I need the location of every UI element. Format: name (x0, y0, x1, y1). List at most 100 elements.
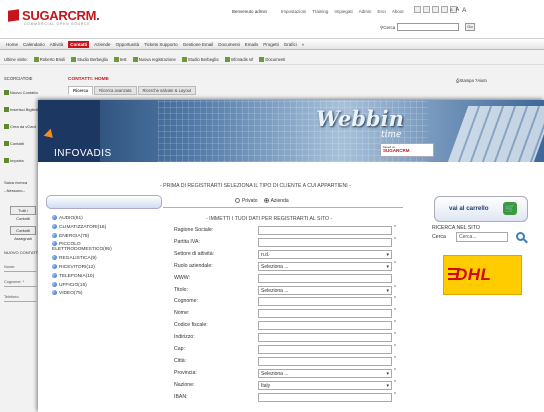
input-cognome[interactable] (258, 297, 392, 307)
sidebar-item-label: Crea da vCard (10, 124, 37, 129)
quick-create-field[interactable]: Cognome: * (4, 280, 36, 287)
category-item[interactable]: PICCOLO ELETTRODOMESTICO(95) (52, 241, 130, 253)
sidebar-item-importa[interactable]: Importa (4, 158, 24, 163)
select-ruolo-aziendale[interactable]: Seleziona ... ▾ (258, 261, 392, 271)
sugar-tagline: COMMERCIAL OPEN SOURCE (24, 22, 91, 26)
tab-ricerche-salvate-layout[interactable]: Ricerche salvate & Layout (137, 86, 197, 95)
recent-item[interactable]: Studio Berbeglia (181, 57, 219, 62)
select-titolo[interactable]: Seleziona ... ▾ (258, 285, 392, 295)
font-size-button[interactable]: A (456, 7, 459, 14)
theme-swatch[interactable] (441, 6, 448, 13)
tab-ricerca-avanzata[interactable]: Ricerca avanzata (94, 86, 137, 95)
header-link-about[interactable]: About (392, 9, 404, 14)
cart-button[interactable]: vai al carrello 🛒 (434, 196, 528, 222)
site-search-input[interactable]: Cerca... (456, 232, 508, 242)
nav-tab-calendario[interactable]: Calendario (23, 42, 45, 47)
required-marker: * (394, 308, 396, 315)
recent-item[interactable]: Documenti (259, 57, 285, 62)
font-size-button[interactable]: A (462, 7, 466, 14)
nav-tab-progetti[interactable]: Progetti (263, 42, 279, 47)
font-size-button[interactable]: A (450, 7, 453, 14)
search-label: Cerca (383, 25, 396, 30)
category-label: ENERGIA(78) (59, 233, 90, 239)
recent-item[interactable]: test (113, 57, 127, 62)
all-contacts-button[interactable]: Tutti i Contatti (10, 206, 36, 221)
nav-tab-aziende[interactable]: Aziende (94, 42, 110, 47)
nav-tab-grafici[interactable]: Grafici (284, 42, 297, 47)
sugar-search-button[interactable]: Go (465, 23, 475, 31)
sidebar-item-contatti[interactable]: Contatti (4, 141, 24, 146)
saved-search-select[interactable]: --Nessuno-- (4, 188, 25, 193)
theme-swatch[interactable] (414, 6, 421, 13)
sugar-search-input[interactable] (397, 23, 459, 31)
sidebar-item-crea-da-vcard[interactable]: Crea da vCard (4, 124, 36, 129)
quick-create-field[interactable]: Nome: (4, 265, 36, 272)
help-link[interactable]: Aiuto (477, 78, 487, 83)
recent-item[interactable]: Studio Berbeglia (71, 57, 108, 62)
category-item[interactable]: RICEVITORI(12) (52, 264, 95, 270)
header-link-admin[interactable]: Admin (359, 9, 372, 14)
nav-tab-gestione-email[interactable]: Gestione Email (183, 42, 214, 47)
theme-swatch[interactable] (423, 6, 430, 13)
category-item[interactable]: VIDEO(75) (52, 290, 82, 296)
nav-tab-home[interactable]: Home (6, 42, 18, 47)
form-label-codice-fiscale: Codice fiscale: (174, 322, 208, 329)
category-bullet-icon (52, 255, 57, 261)
assigned-contacts-button[interactable]: Contatti Assegnati (10, 226, 36, 241)
category-item[interactable]: REGALISTICA(9) (52, 255, 97, 261)
nav-tab-more[interactable]: » (302, 42, 305, 47)
header-link-training[interactable]: Training (312, 9, 328, 14)
nav-tab-documenti[interactable]: Documenti (218, 42, 240, 47)
category-item[interactable]: UFFICIO(15) (52, 281, 87, 288)
input-codice-fiscale[interactable] (258, 321, 392, 331)
radio-button-icon (263, 198, 269, 203)
input-ragione-sociale[interactable] (258, 226, 392, 235)
input-cap[interactable] (258, 345, 392, 354)
header-link-esci[interactable]: Esci (377, 9, 386, 14)
category-label: UFFICIO(15) (59, 282, 87, 288)
nav-tab-attivita[interactable]: Attività (50, 42, 64, 47)
recent-item[interactable]: Nuova registrazione (132, 57, 176, 62)
site-search-label: Cerca (432, 234, 446, 240)
required-marker: * (394, 379, 396, 386)
quick-create-field[interactable]: Telefono: (4, 295, 36, 302)
header-link-impostazioni[interactable]: Impostazioni (281, 9, 306, 14)
select-nazione[interactable]: Italy ▾ (258, 380, 392, 390)
shortcut-icon (4, 141, 9, 146)
nav-tab-tickets-supporto[interactable]: Tickets Supporto (144, 42, 178, 47)
infovadis-logo[interactable]: INFOVADIS (38, 100, 111, 162)
tab-ricerca[interactable]: Ricerca (68, 86, 94, 95)
input-nome[interactable] (258, 309, 392, 319)
input-citta[interactable] (258, 356, 392, 366)
recent-item[interactable]: InfoVadis srl (224, 57, 253, 62)
dhl-logo[interactable]: DHL (443, 255, 522, 295)
select-provincia[interactable]: Seleziona ... ▾ (258, 368, 392, 378)
nav-tab-contatti[interactable]: Contatti (68, 40, 90, 48)
print-link[interactable]: Stampa (459, 78, 473, 83)
required-marker: * (394, 391, 396, 398)
header-link-impiegati[interactable]: Impiegati (334, 9, 352, 14)
category-item[interactable]: TELEFONIA(10) (52, 272, 94, 279)
category-item[interactable]: CLIMATIZZATORI(16) (52, 223, 107, 230)
category-label: CLIMATIZZATORI(16) (59, 224, 107, 230)
sidebar-item-nuovo-contatto[interactable]: Nuovo Contatto (4, 90, 38, 95)
radio-azienda[interactable]: Azienda (263, 198, 289, 204)
sidebar-item-inserisci-biglietto[interactable]: Inserisci Biglietto (4, 107, 40, 112)
input-partita-iva[interactable] (258, 237, 392, 247)
form-label-ruolo-aziendale: Ruolo aziendale: (174, 262, 213, 269)
quick-create-header: NUOVO CONTATTO (4, 250, 42, 255)
input-www[interactable] (258, 273, 392, 283)
select-settore-di-attivita[interactable]: n.d. ▾ (258, 249, 392, 259)
nav-tab-emails[interactable]: Emails (245, 42, 259, 47)
input-iban[interactable] (258, 392, 392, 402)
recent-item[interactable]: Roberto Brioli (33, 57, 65, 62)
radio-privato[interactable]: Privato (235, 198, 258, 204)
category-item[interactable]: ENERGIA(78) (52, 232, 90, 239)
input-indirizzo[interactable] (258, 333, 392, 343)
sugarcrm-logo[interactable]: SUGARCRM. (8, 8, 100, 23)
theme-swatch[interactable] (432, 6, 439, 13)
category-item[interactable]: AUDIO(61) (52, 215, 83, 221)
nav-tab-opportunita[interactable]: Opportunità (116, 42, 140, 47)
magnifier-search-icon[interactable] (516, 232, 525, 241)
form-label-indirizzo: Indirizzo: (174, 334, 195, 341)
